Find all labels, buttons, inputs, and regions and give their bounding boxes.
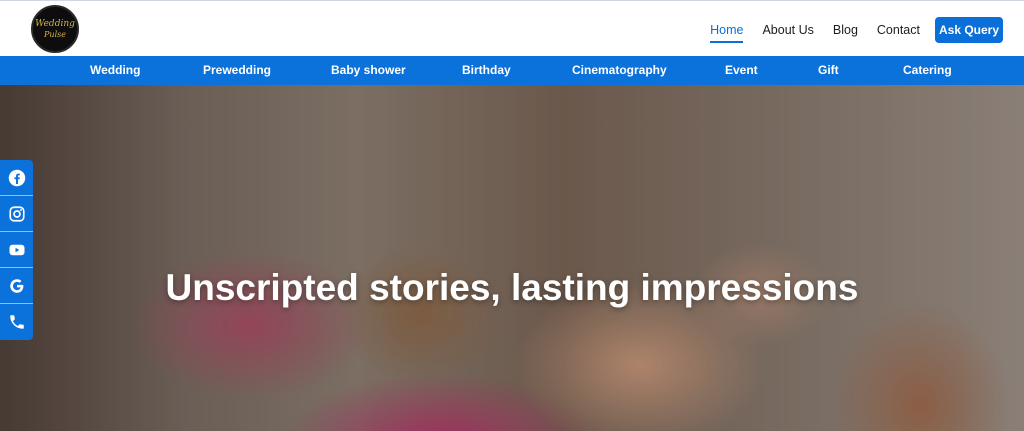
social-sidebar: [0, 160, 33, 340]
category-wedding[interactable]: Wedding: [90, 63, 140, 77]
facebook-link[interactable]: [0, 160, 33, 196]
hero-overlay: [0, 85, 1024, 431]
nav-link-about[interactable]: About Us: [762, 21, 813, 39]
category-prewedding[interactable]: Prewedding: [203, 63, 271, 77]
youtube-link[interactable]: [0, 232, 33, 268]
category-event[interactable]: Event: [725, 63, 758, 77]
instagram-link[interactable]: [0, 196, 33, 232]
phone-icon: [9, 315, 24, 329]
google-link[interactable]: [0, 268, 33, 304]
site-header: Wedding Pulse Home About Us Blog Contact…: [0, 0, 1024, 56]
category-birthday[interactable]: Birthday: [462, 63, 511, 77]
facebook-icon: [8, 169, 25, 186]
logo-text-line2: Pulse: [44, 29, 66, 39]
category-baby-shower[interactable]: Baby shower: [331, 63, 406, 77]
google-icon: [9, 278, 23, 293]
category-catering[interactable]: Catering: [903, 63, 952, 77]
instagram-icon: [8, 205, 25, 222]
main-nav: Home About Us Blog Contact Ask Query: [710, 17, 1003, 43]
logo-text-line1: Wedding: [35, 18, 75, 29]
nav-link-blog[interactable]: Blog: [833, 21, 858, 39]
youtube-icon: [9, 244, 24, 255]
category-cinematography[interactable]: Cinematography: [572, 63, 667, 77]
hero-banner: Unscripted stories, lasting impressions: [0, 85, 1024, 431]
nav-link-contact[interactable]: Contact: [877, 21, 920, 39]
ask-query-button[interactable]: Ask Query: [935, 17, 1003, 43]
category-gift[interactable]: Gift: [818, 63, 839, 77]
phone-link[interactable]: [0, 304, 33, 340]
category-bar: Wedding Prewedding Baby shower Birthday …: [0, 56, 1024, 85]
site-logo[interactable]: Wedding Pulse: [31, 5, 79, 53]
nav-link-home[interactable]: Home: [710, 21, 744, 43]
hero-title: Unscripted stories, lasting impressions: [165, 267, 859, 308]
